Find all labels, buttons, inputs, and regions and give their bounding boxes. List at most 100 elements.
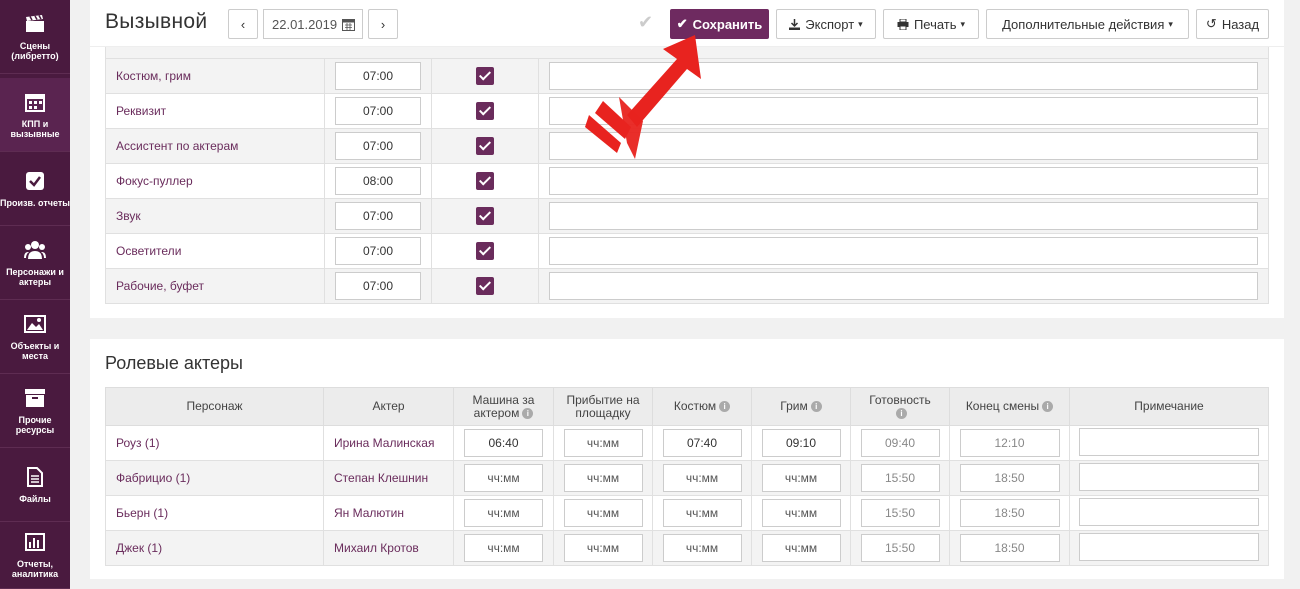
character-link[interactable]: Джек (1) — [105, 530, 324, 566]
table-row: Фокус-пуллер 08:00 — [105, 163, 1269, 199]
note-input[interactable] — [1079, 462, 1259, 491]
export-button[interactable]: Экспорт ▾ — [776, 9, 876, 39]
arrival-cell: чч:мм — [553, 530, 653, 566]
call-time-input[interactable]: 07:00 — [335, 272, 421, 300]
include-checkbox[interactable] — [476, 277, 494, 295]
print-button[interactable]: Печать ▾ — [883, 9, 979, 39]
note-input[interactable] — [1079, 497, 1259, 526]
sidebar-item-locations[interactable]: Объекты и места — [0, 300, 70, 374]
costume-time-input[interactable]: чч:мм — [662, 534, 742, 562]
actors-card: Ролевые актеры Персонаж Актер Машина за … — [90, 339, 1284, 579]
include-checkbox[interactable] — [476, 67, 494, 85]
crew-check-cell — [431, 93, 539, 129]
info-icon[interactable]: i — [810, 401, 822, 413]
sidebar-item-resources[interactable]: Прочие ресурсы — [0, 374, 70, 448]
include-checkbox[interactable] — [476, 137, 494, 155]
makeup-time-input[interactable]: чч:мм — [761, 464, 841, 492]
note-input[interactable] — [549, 167, 1258, 195]
calendar-button[interactable] — [333, 9, 363, 39]
actor-link[interactable]: Ирина Малинская — [323, 425, 454, 461]
arrival-time-input[interactable]: чч:мм — [563, 499, 643, 527]
arrival-time-input[interactable]: чч:мм — [563, 429, 643, 457]
info-icon[interactable]: i — [522, 407, 534, 419]
character-link[interactable]: Бьерн (1) — [105, 495, 324, 531]
character-link[interactable]: Фабрицио (1) — [105, 460, 324, 496]
col-car: Машина за актером i — [453, 387, 554, 426]
more-actions-label: Дополнительные действия — [1002, 16, 1165, 32]
include-checkbox[interactable] — [476, 242, 494, 260]
call-time-input[interactable]: 07:00 — [335, 62, 421, 90]
costume-time-input[interactable]: чч:мм — [662, 464, 742, 492]
table-row: Осветители 07:00 — [105, 233, 1269, 269]
table-row: Фабрицио (1) Степан Клешнин чч:мм чч:мм чч:м… — [105, 460, 1269, 496]
makeup-time-input[interactable]: чч:мм — [761, 499, 841, 527]
call-time-input[interactable]: 07:00 — [335, 237, 421, 265]
prev-date-button[interactable]: ‹ — [228, 9, 258, 39]
makeup-cell: чч:мм — [751, 460, 851, 496]
actor-link[interactable]: Михаил Кротов — [323, 530, 454, 566]
checkbox-icon — [24, 170, 46, 192]
include-checkbox[interactable] — [476, 207, 494, 225]
makeup-cell: чч:мм — [751, 530, 851, 566]
ready-time-input[interactable]: 15:50 — [860, 534, 940, 562]
end-time-input[interactable]: 12:10 — [959, 429, 1060, 457]
note-input[interactable] — [1079, 532, 1259, 561]
chevron-right-icon: › — [380, 16, 386, 32]
car-time-input[interactable]: чч:мм — [464, 534, 543, 562]
info-icon[interactable]: i — [719, 401, 731, 413]
car-cell: чч:мм — [453, 495, 554, 531]
actor-link[interactable]: Степан Клешнин — [323, 460, 454, 496]
info-icon[interactable]: i — [1042, 401, 1054, 413]
costume-cell: чч:мм — [652, 460, 752, 496]
sidebar-item-characters[interactable]: Персонажи и актеры — [0, 226, 70, 300]
arrival-time-input[interactable]: чч:мм — [563, 464, 643, 492]
car-time-input[interactable]: чч:мм — [464, 464, 543, 492]
sidebar-item-callsheets[interactable]: КПП и вызывные — [0, 78, 70, 152]
info-icon[interactable]: i — [896, 407, 907, 419]
crew-check-cell — [431, 128, 539, 164]
sidebar-item-analytics[interactable]: Отчеты, аналитика — [0, 522, 70, 589]
note-input[interactable] — [549, 202, 1258, 230]
note-input[interactable] — [549, 237, 1258, 265]
makeup-time-input[interactable]: чч:мм — [761, 534, 841, 562]
crew-check-cell — [431, 163, 539, 199]
car-cell: чч:мм — [453, 530, 554, 566]
costume-time-input[interactable]: чч:мм — [662, 499, 742, 527]
more-actions-button[interactable]: Дополнительные действия ▾ — [986, 9, 1189, 39]
car-time-input[interactable]: чч:мм — [464, 499, 543, 527]
costume-time-input[interactable]: 07:40 — [662, 429, 742, 457]
end-time-input[interactable]: 18:50 — [959, 534, 1060, 562]
note-input[interactable] — [549, 272, 1258, 300]
call-time-input[interactable]: 08:00 — [335, 167, 421, 195]
call-time-input[interactable]: 07:00 — [335, 97, 421, 125]
end-time-input[interactable]: 18:50 — [959, 499, 1060, 527]
crew-check-cell — [431, 233, 539, 269]
sidebar-item-label: Сцены (либретто) — [11, 40, 59, 61]
sidebar-item-scenes[interactable]: Сцены (либретто) — [0, 0, 70, 74]
back-button[interactable]: ↺ Назад — [1196, 9, 1269, 39]
sidebar-item-reports[interactable]: Произв. отчеты — [0, 152, 70, 226]
makeup-time-input[interactable]: 09:10 — [761, 429, 841, 457]
arrival-time-input[interactable]: чч:мм — [563, 534, 643, 562]
crew-time-cell: 07:00 — [324, 268, 432, 304]
end-time-input[interactable]: 18:50 — [959, 464, 1060, 492]
sidebar-item-label: Персонажи и актеры — [6, 266, 64, 287]
table-row: Бьерн (1) Ян Малютин чч:мм чч:мм чч:мм чч:мм 1… — [105, 495, 1269, 531]
actor-link[interactable]: Ян Малютин — [323, 495, 454, 531]
car-time-input[interactable]: 06:40 — [464, 429, 543, 457]
call-time-input[interactable]: 07:00 — [335, 202, 421, 230]
character-link[interactable]: Роуз (1) — [105, 425, 324, 461]
ready-time-input[interactable]: 15:50 — [860, 499, 940, 527]
include-checkbox[interactable] — [476, 102, 494, 120]
ready-time-input[interactable]: 09:40 — [860, 429, 940, 457]
note-input[interactable] — [1079, 427, 1259, 456]
sidebar-item-files[interactable]: Файлы — [0, 448, 70, 522]
crew-role-name: Реквизит — [105, 93, 325, 129]
next-date-button[interactable]: › — [368, 9, 398, 39]
call-time-input[interactable]: 07:00 — [335, 132, 421, 160]
check-icon: ✔ — [676, 16, 688, 31]
ready-time-input[interactable]: 15:50 — [860, 464, 940, 492]
include-checkbox[interactable] — [476, 172, 494, 190]
car-cell: 06:40 — [453, 425, 554, 461]
caret-down-icon: ▾ — [1168, 18, 1173, 29]
